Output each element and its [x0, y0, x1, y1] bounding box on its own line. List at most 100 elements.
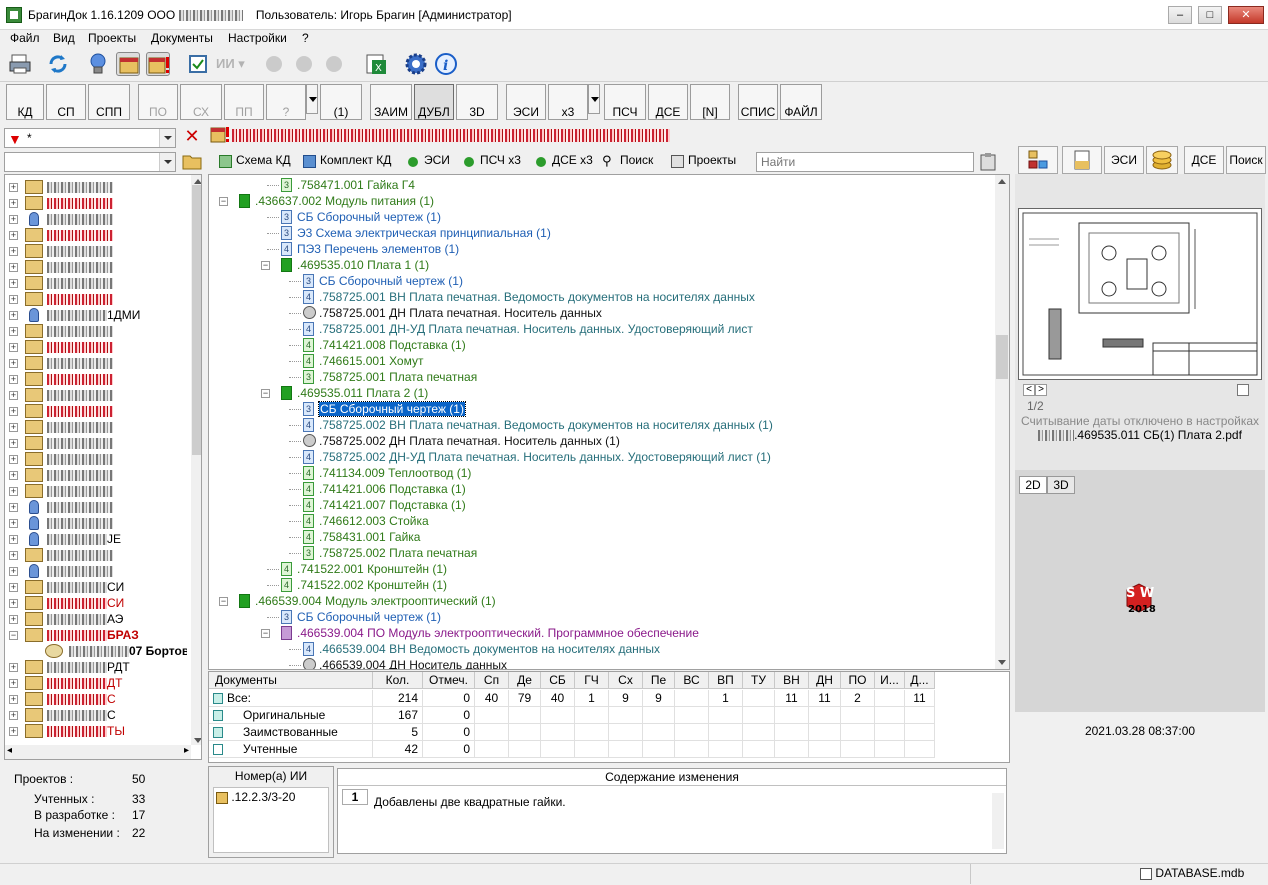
coins-icon[interactable]: [1146, 146, 1178, 174]
project-tree-item[interactable]: +: [5, 259, 187, 275]
esi-button[interactable]: ЭСИ: [506, 84, 546, 120]
expand-toggle[interactable]: +: [9, 231, 18, 240]
project-combo[interactable]: [4, 152, 176, 172]
project-tree-item[interactable]: +: [5, 323, 187, 339]
project-tree-item[interactable]: +: [5, 483, 187, 499]
project-tree-item[interactable]: +: [5, 291, 187, 307]
chevron-down-icon[interactable]: [159, 153, 175, 171]
project-tree-item[interactable]: +: [5, 547, 187, 563]
menu-help[interactable]: ?: [302, 31, 309, 45]
info-icon[interactable]: i: [434, 52, 458, 76]
x3-button[interactable]: х3: [548, 84, 588, 120]
doc-icon[interactable]: [1062, 146, 1102, 174]
main-scrollbar[interactable]: [995, 175, 1009, 669]
row-label[interactable]: Оригинальные: [209, 707, 373, 724]
column-header[interactable]: Де: [509, 672, 541, 689]
3d-toggle[interactable]: 3D: [1047, 476, 1075, 494]
column-header[interactable]: Документы: [209, 672, 373, 689]
menu-file[interactable]: Файл: [10, 31, 40, 45]
expand-toggle[interactable]: +: [9, 359, 18, 368]
project-tree-item[interactable]: +: [5, 355, 187, 371]
expand-toggle[interactable]: +: [9, 727, 18, 736]
column-header[interactable]: ВП: [709, 672, 743, 689]
expand-toggle[interactable]: +: [9, 279, 18, 288]
expand-toggle[interactable]: +: [9, 471, 18, 480]
scroll-down-arrow[interactable]: [995, 655, 1009, 669]
row-label[interactable]: Учтенные: [209, 741, 373, 758]
duplicate-button[interactable]: ДУБЛ: [414, 84, 454, 120]
scroll-down-arrow[interactable]: [191, 733, 201, 745]
collapse-toggle[interactable]: −: [219, 197, 228, 206]
expand-toggle[interactable]: +: [9, 551, 18, 560]
minimize-button[interactable]: –: [1168, 6, 1192, 24]
column-header[interactable]: ВС: [675, 672, 709, 689]
print-icon[interactable]: [8, 52, 32, 76]
project-tree-item[interactable]: +: [5, 339, 187, 355]
left-scrollbar[interactable]: [191, 175, 201, 745]
expand-toggle[interactable]: +: [9, 663, 18, 672]
ii-list-item[interactable]: .12.2.3/3-20: [216, 790, 295, 804]
column-header[interactable]: Сх: [609, 672, 643, 689]
menu-settings[interactable]: Настройки: [228, 31, 287, 45]
expand-toggle[interactable]: +: [9, 215, 18, 224]
menu-view[interactable]: Вид: [53, 31, 75, 45]
expand-toggle[interactable]: +: [9, 375, 18, 384]
change-scrollbar[interactable]: [992, 793, 1004, 849]
document-tree[interactable]: 3.758471.001 Гайка Г4− .436637.002 Модуль…: [208, 174, 1010, 670]
maximize-button[interactable]: □: [1198, 6, 1222, 24]
settings-gear-icon[interactable]: [404, 52, 428, 76]
column-header[interactable]: ВН: [775, 672, 809, 689]
project-tree-item[interactable]: +: [5, 227, 187, 243]
scroll-thumb[interactable]: [996, 335, 1008, 379]
column-header[interactable]: Пе: [643, 672, 675, 689]
tab-esi[interactable]: ЭСИ: [406, 153, 450, 172]
project-tree-item[interactable]: +: [5, 387, 187, 403]
spp-button[interactable]: СПП: [88, 84, 130, 120]
project-tree-item[interactable]: + С: [5, 707, 187, 723]
kd-button[interactable]: КД: [6, 84, 44, 120]
tab-set-kd[interactable]: Комплект КД: [302, 153, 391, 172]
project-tree-item[interactable]: +: [5, 435, 187, 451]
project-tree-item[interactable]: +: [5, 195, 187, 211]
project-tree-item[interactable]: + JE: [5, 531, 187, 547]
collapse-toggle[interactable]: −: [261, 389, 270, 398]
project-tree-item[interactable]: +: [5, 563, 187, 579]
tab-esi-right[interactable]: ЭСИ: [1104, 146, 1144, 174]
3d-button[interactable]: 3D: [456, 84, 498, 120]
borrowed-button[interactable]: ЗАИМ: [370, 84, 412, 120]
column-header[interactable]: СБ: [541, 672, 575, 689]
bulb-icon[interactable]: [86, 52, 110, 76]
project-tree-item[interactable]: + С: [5, 691, 187, 707]
expand-toggle[interactable]: +: [9, 439, 18, 448]
column-header[interactable]: Кол.: [373, 672, 423, 689]
project-tree-item[interactable]: + СИ: [5, 579, 187, 595]
expand-toggle[interactable]: +: [9, 519, 18, 528]
expand-toggle[interactable]: +: [9, 327, 18, 336]
project-tree-item[interactable]: +: [5, 451, 187, 467]
expand-toggle[interactable]: +: [9, 311, 18, 320]
column-header[interactable]: Отмеч.: [423, 672, 475, 689]
project-tree-item[interactable]: + ДТ: [5, 675, 187, 691]
clear-filter-icon[interactable]: ✕: [182, 127, 202, 147]
project-tree-item[interactable]: +1ДМИ: [5, 307, 187, 323]
archive-icon[interactable]: [116, 52, 140, 76]
expand-toggle[interactable]: +: [9, 695, 18, 704]
tab-scheme-kd[interactable]: Схема КД: [218, 153, 291, 172]
project-tree-item[interactable]: +: [5, 403, 187, 419]
expand-toggle[interactable]: +: [9, 183, 18, 192]
x3-dropdown-arrow[interactable]: [588, 84, 600, 114]
column-header[interactable]: Д...: [905, 672, 935, 689]
dse-button[interactable]: ДСЕ: [648, 84, 688, 120]
excel-export-icon[interactable]: X: [364, 52, 388, 76]
psch-button[interactable]: ПСЧ: [604, 84, 646, 120]
scroll-thumb[interactable]: [192, 185, 201, 455]
chevron-down-icon[interactable]: [159, 129, 175, 147]
tab-projects[interactable]: Проекты: [670, 153, 736, 172]
collapse-toggle[interactable]: −: [261, 629, 270, 638]
expand-toggle[interactable]: +: [9, 711, 18, 720]
collapse-toggle[interactable]: −: [261, 261, 270, 270]
pp-button[interactable]: ПП: [224, 84, 264, 120]
sp-button[interactable]: СП: [46, 84, 86, 120]
sx-button[interactable]: СХ: [180, 84, 222, 120]
next-page-button[interactable]: >: [1035, 384, 1047, 396]
